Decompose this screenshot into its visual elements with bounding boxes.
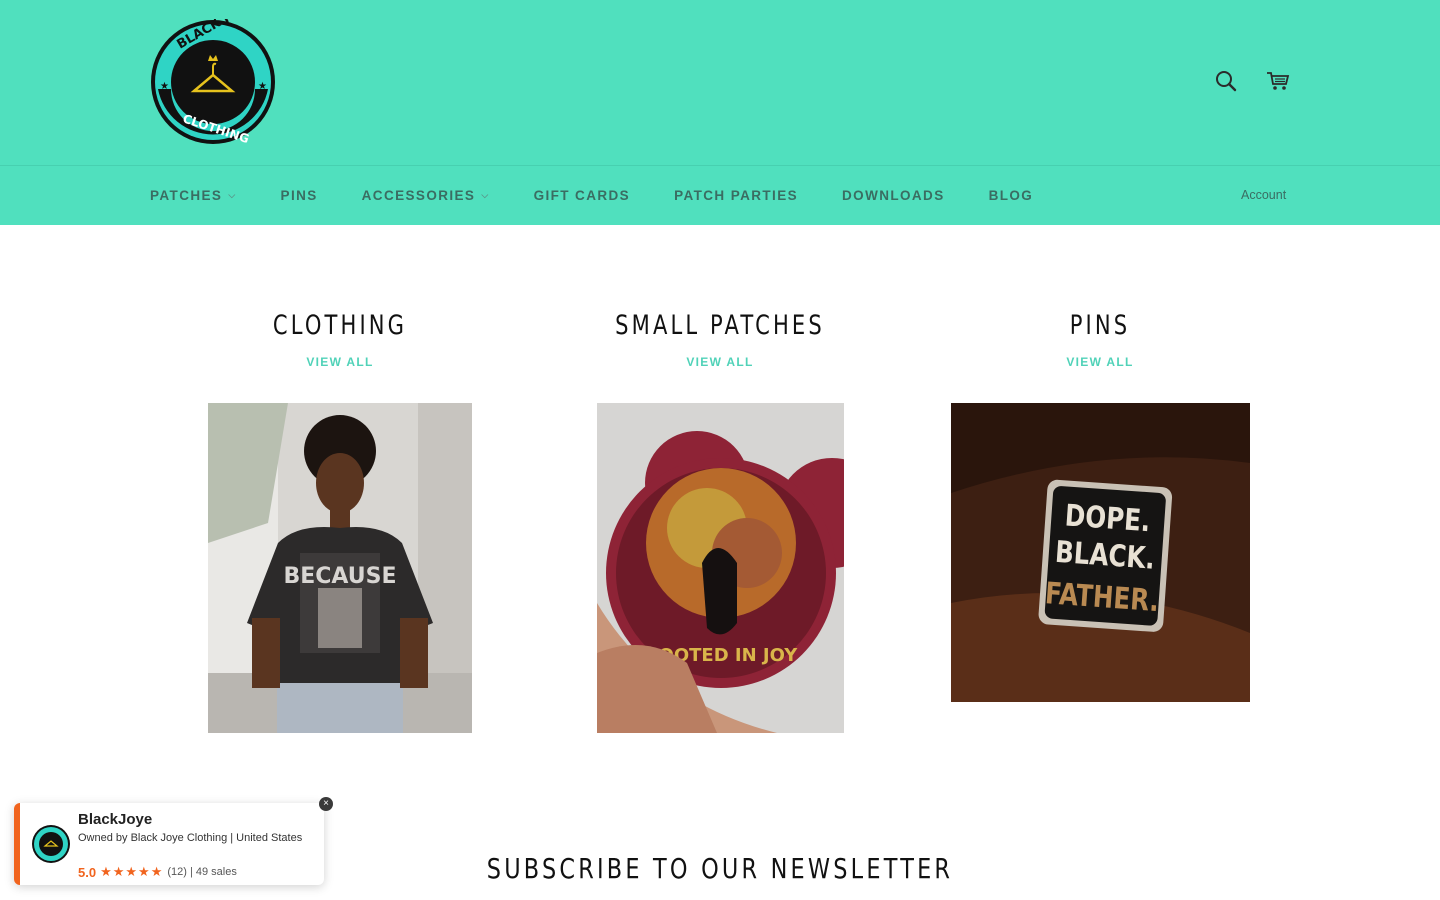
shop-avatar xyxy=(32,825,70,863)
site-header: BLACK JOYE CLOTHING ★ ★ PATCHES⌵ xyxy=(0,0,1440,225)
review-count: (12) | 49 sales xyxy=(167,866,237,878)
nav-item-pins[interactable]: PINS xyxy=(281,188,318,203)
chevron-down-icon: ⌵ xyxy=(481,190,490,200)
collection-clothing: CLOTHING VIEW ALL xyxy=(190,310,490,369)
search-icon[interactable] xyxy=(1210,66,1242,96)
clothing-image[interactable]: BECAUSE xyxy=(208,403,472,733)
pin-line-2: BLACK. xyxy=(1054,536,1156,577)
collection-small-patches: SMALL PATCHES VIEW ALL xyxy=(570,310,870,369)
star-rating-icon: ★★★★★ xyxy=(100,864,164,879)
account-link[interactable]: Account xyxy=(1241,188,1286,202)
view-all-link[interactable]: VIEW ALL xyxy=(950,355,1250,369)
small-patch-image[interactable]: ROOTED IN JOY xyxy=(597,403,844,733)
svg-text:★: ★ xyxy=(160,81,169,92)
nav-item-patches[interactable]: PATCHES ⌵ xyxy=(150,188,237,203)
cart-icon[interactable] xyxy=(1262,66,1294,96)
pin-line-1: DOPE. xyxy=(1064,499,1152,539)
header-icons xyxy=(1210,66,1294,96)
nav-item-blog[interactable]: BLOG xyxy=(989,188,1034,203)
etsy-shop-popup[interactable]: BlackJoye Owned by Black Joye Clothing |… xyxy=(14,803,324,885)
nav-item-accessories[interactable]: ACCESSORIES ⌵ xyxy=(362,188,490,203)
view-all-link[interactable]: VIEW ALL xyxy=(570,355,870,369)
main-nav: PATCHES ⌵ PINS ACCESSORIES ⌵ GIFT CARDS PA… xyxy=(150,166,1077,225)
collection-pins: PINS VIEW ALL xyxy=(950,310,1250,369)
shirt-print-text: BECAUSE xyxy=(283,564,396,589)
svg-text:★: ★ xyxy=(258,81,267,92)
pin-image[interactable]: DOPE. BLACK. FATHER. xyxy=(951,403,1250,702)
nav-item-downloads[interactable]: DOWNLOADS xyxy=(842,188,945,203)
nav-item-patch-parties[interactable]: PATCH PARTIES xyxy=(674,188,798,203)
close-icon[interactable]: × xyxy=(319,797,333,811)
collection-title: CLOTHING xyxy=(272,310,408,341)
chevron-down-icon: ⌵ xyxy=(228,190,237,200)
view-all-link[interactable]: VIEW ALL xyxy=(190,355,490,369)
shop-name: BlackJoye xyxy=(78,811,153,828)
collection-title: SMALL PATCHES xyxy=(615,310,825,341)
shop-rating: 5.0 ★★★★★ (12) | 49 sales xyxy=(78,864,237,880)
store-logo[interactable]: BLACK JOYE CLOTHING ★ ★ xyxy=(150,0,276,146)
rating-value: 5.0 xyxy=(78,864,97,880)
shop-owner: Owned by Black Joye Clothing | United St… xyxy=(78,832,303,844)
nav-item-gift-cards[interactable]: GIFT CARDS xyxy=(534,188,631,203)
collection-title: PINS xyxy=(1069,310,1131,341)
